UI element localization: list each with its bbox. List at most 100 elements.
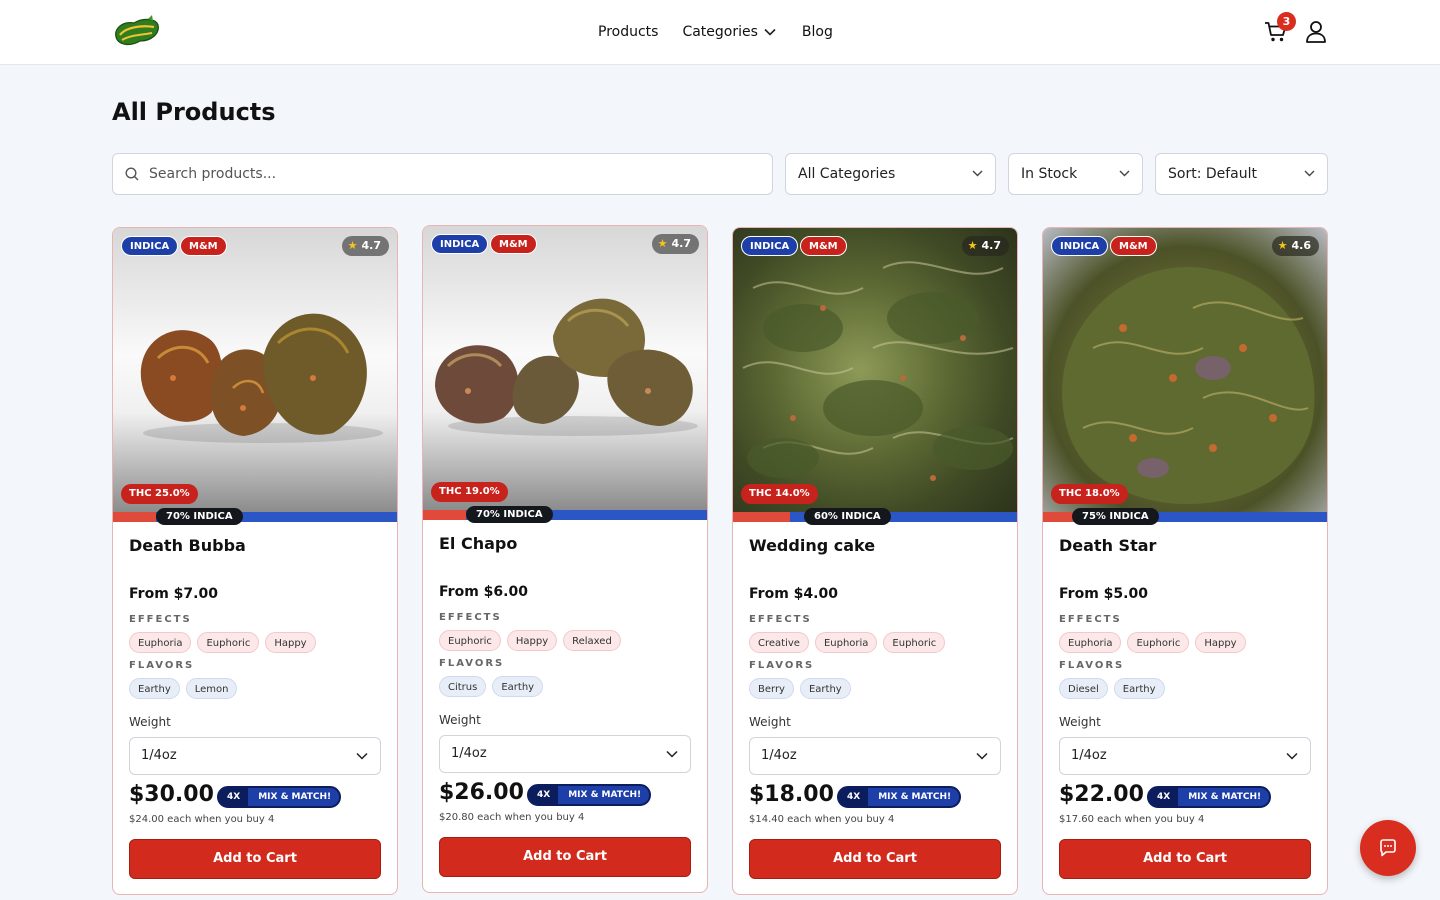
mix-match-promo: 4X MIX & MATCH! xyxy=(527,784,652,806)
rating-value: 4.7 xyxy=(981,239,1002,252)
category-select[interactable]: All Categories xyxy=(785,153,996,195)
mix-match-promo: 4X MIX & MATCH! xyxy=(217,786,342,808)
rating-value: 4.6 xyxy=(1291,239,1312,252)
effects-label: EFFECTS xyxy=(749,614,812,625)
effects-label: EFFECTS xyxy=(439,612,502,623)
nav-blog-link[interactable]: Blog xyxy=(802,24,833,40)
from-price: From $6.00 xyxy=(439,584,528,600)
thc-badge: THC 25.0% xyxy=(121,484,198,504)
stock-select-value: In Stock xyxy=(1021,166,1078,182)
strain-type-badge: INDICA xyxy=(1051,236,1109,256)
stock-select[interactable]: In Stock xyxy=(1008,153,1143,195)
nav-products-link[interactable]: Products xyxy=(598,24,658,40)
strain-type-badge: INDICA xyxy=(121,236,179,256)
flavors-list: Citrus Earthy xyxy=(439,676,544,697)
effect-chip: Euphoric xyxy=(197,632,260,653)
weight-select[interactable]: 1/4oz xyxy=(439,735,691,773)
effect-chip: Euphoria xyxy=(1059,632,1122,653)
product-name[interactable]: El Chapo xyxy=(439,534,517,553)
flavor-chip: Berry xyxy=(749,678,794,699)
flavors-label: FLAVORS xyxy=(1059,660,1125,671)
product-image[interactable]: INDICA M&M ★ 4.7 THC 19.0% xyxy=(423,226,707,510)
brand-logo[interactable] xyxy=(112,15,162,49)
user-account-icon[interactable] xyxy=(1305,20,1327,44)
from-price: From $5.00 xyxy=(1059,586,1148,602)
product-price: $22.00 xyxy=(1059,782,1144,807)
weight-select[interactable]: 1/4oz xyxy=(129,737,381,775)
weight-select-value: 1/4oz xyxy=(451,746,487,761)
product-card[interactable]: INDICA M&M ★ 4.7 THC 25.0% 70% INDICA Dea… xyxy=(112,227,398,895)
flavors-list: Earthy Lemon xyxy=(129,678,238,699)
strain-type-badge: INDICA xyxy=(431,234,489,254)
product-card[interactable]: INDICA M&M ★ 4.7 THC 14.0% 60% INDICA Wed… xyxy=(732,227,1018,895)
product-card[interactable]: INDICA M&M ★ 4.7 THC 19.0% 70% INDICA El … xyxy=(422,225,708,893)
chat-button[interactable] xyxy=(1360,820,1416,876)
add-to-cart-button[interactable]: Add to Cart xyxy=(1059,839,1311,879)
effects-list: Euphoric Happy Relaxed xyxy=(439,630,621,651)
cart-count-badge: 3 xyxy=(1277,12,1296,31)
add-to-cart-button[interactable]: Add to Cart xyxy=(129,839,381,879)
product-name[interactable]: Death Bubba xyxy=(129,536,246,555)
weight-select-value: 1/4oz xyxy=(141,748,177,763)
effect-chip: Euphoria xyxy=(129,632,192,653)
thc-badge: THC 19.0% xyxy=(431,482,508,502)
star-icon: ★ xyxy=(967,239,978,252)
mix-quantity: 4X xyxy=(839,788,869,806)
add-to-cart-button[interactable]: Add to Cart xyxy=(749,839,1001,879)
effect-chip: Happy xyxy=(265,632,316,653)
rating-badge: ★ 4.7 xyxy=(651,234,699,254)
weight-select[interactable]: 1/4oz xyxy=(749,737,1001,775)
effect-chip: Happy xyxy=(1195,632,1246,653)
flavor-chip: Earthy xyxy=(799,678,851,699)
mix-match-badge: M&M xyxy=(1110,236,1157,256)
effects-list: Euphoria Euphoric Happy xyxy=(1059,632,1246,653)
nav-categories-label: Categories xyxy=(682,24,758,40)
add-to-cart-button[interactable]: Add to Cart xyxy=(439,837,691,877)
flavors-label: FLAVORS xyxy=(439,658,505,669)
sort-select[interactable]: Sort: Default xyxy=(1155,153,1328,195)
weight-select[interactable]: 1/4oz xyxy=(1059,737,1311,775)
product-card[interactable]: INDICA M&M ★ 4.6 THC 18.0% 75% INDICA Dea… xyxy=(1042,227,1328,895)
weight-label: Weight xyxy=(1059,715,1101,729)
product-name[interactable]: Death Star xyxy=(1059,536,1156,555)
product-image[interactable]: INDICA M&M ★ 4.6 THC 18.0% xyxy=(1043,228,1327,512)
nav-categories-dropdown[interactable]: Categories xyxy=(682,24,776,40)
ratio-label: 60% INDICA xyxy=(804,508,891,525)
effect-chip: Euphoric xyxy=(439,630,501,651)
weight-select-value: 1/4oz xyxy=(1071,748,1107,763)
product-name[interactable]: Wedding cake xyxy=(749,536,875,555)
mix-match-badge: M&M xyxy=(490,234,537,254)
page-title: All Products xyxy=(112,98,276,126)
product-image[interactable]: INDICA M&M ★ 4.7 THC 25.0% xyxy=(113,228,397,512)
flavor-chip: Earthy xyxy=(129,678,180,699)
bulk-price-note: $14.40 each when you buy 4 xyxy=(749,814,895,825)
flavors-label: FLAVORS xyxy=(129,660,195,671)
rating-badge: ★ 4.6 xyxy=(1271,236,1319,256)
mix-text: MIX & MATCH! xyxy=(258,792,332,802)
rating-value: 4.7 xyxy=(361,239,382,252)
flavors-list: Berry Earthy xyxy=(749,678,851,699)
chevron-down-icon xyxy=(666,750,678,758)
mix-match-promo: 4X MIX & MATCH! xyxy=(837,786,962,808)
effect-chip: Euphoric xyxy=(1127,632,1190,653)
thc-badge: THC 14.0% xyxy=(741,484,818,504)
search-box[interactable] xyxy=(112,153,773,195)
ratio-label: 70% INDICA xyxy=(156,508,243,525)
from-price: From $4.00 xyxy=(749,586,838,602)
thc-badge: THC 18.0% xyxy=(1051,484,1128,504)
product-price: $26.00 xyxy=(439,780,524,805)
product-image[interactable]: INDICA M&M ★ 4.7 THC 14.0% xyxy=(733,228,1017,512)
flavors-label: FLAVORS xyxy=(749,660,815,671)
cannabis-bud-image xyxy=(140,313,383,443)
effect-chip: Relaxed xyxy=(563,630,621,651)
effect-chip: Creative xyxy=(749,632,809,653)
cannabis-bud-image xyxy=(435,298,698,436)
flavor-chip: Earthy xyxy=(492,676,544,697)
bulk-price-note: $20.80 each when you buy 4 xyxy=(439,812,585,823)
weight-label: Weight xyxy=(439,713,481,727)
chevron-down-icon xyxy=(972,170,983,177)
flavor-chip: Earthy xyxy=(1113,678,1165,699)
from-price: From $7.00 xyxy=(129,586,218,602)
sort-select-value: Sort: Default xyxy=(1168,166,1258,182)
search-input[interactable] xyxy=(149,154,759,194)
